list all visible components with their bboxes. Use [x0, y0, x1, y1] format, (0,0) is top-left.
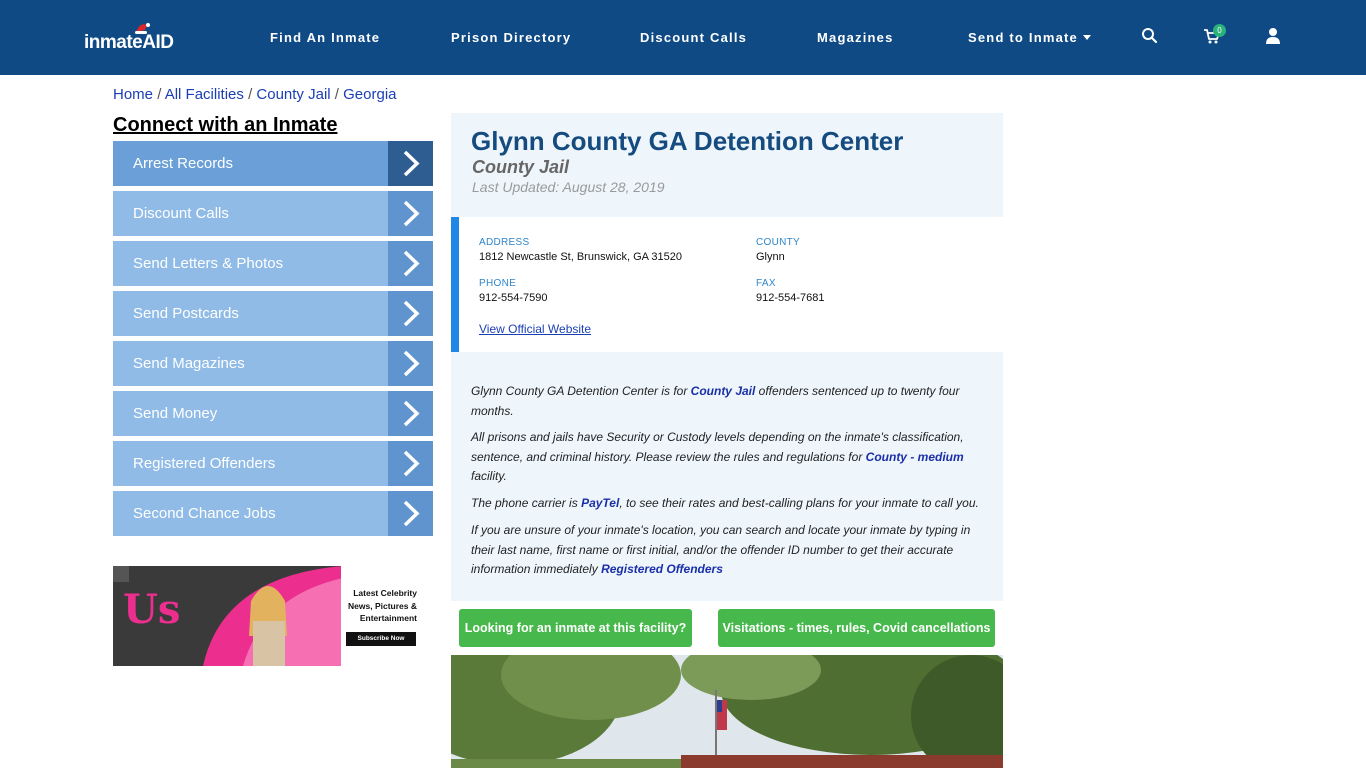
us-weekly-ad-banner[interactable]: Us Latest Celebrity News, Pictures & Ent…	[113, 566, 430, 666]
facility-type: County Jail	[472, 157, 570, 177]
chevron-right-icon	[388, 241, 433, 286]
sidebar-item-send-letters-photos[interactable]: Send Letters & Photos	[113, 241, 433, 286]
ad-tagline-line: Entertainment	[359, 613, 417, 623]
description-text: The phone carrier is	[471, 496, 582, 510]
county-value: Glynn	[756, 251, 785, 263]
description-paragraph: The phone carrier is PayTel, to see thei…	[471, 494, 991, 514]
sidebar-item-send-postcards[interactable]: Send Postcards	[113, 291, 433, 336]
address-value: 1812 Newcastle St, Brunswick, GA 31520	[479, 251, 682, 263]
facility-photo	[451, 655, 1003, 768]
sidebar-item-label: Send Magazines	[133, 355, 245, 372]
chevron-right-icon	[388, 141, 433, 186]
nav-magazines[interactable]: Magazines	[817, 30, 894, 45]
search-icon[interactable]	[1140, 26, 1160, 46]
sidebar-item-label: Send Postcards	[133, 305, 239, 322]
official-website-link[interactable]: View Official Website	[479, 322, 591, 336]
sidebar-title: Connect with an Inmate	[113, 114, 338, 136]
breadcrumb-all-facilities[interactable]: All Facilities	[165, 86, 244, 103]
sidebar-item-arrest-records[interactable]: Arrest Records	[113, 141, 433, 186]
user-icon[interactable]	[1263, 26, 1283, 46]
breadcrumb: Home / All Facilities / County Jail / Ge…	[113, 86, 397, 103]
ad-brand-logo: Us	[123, 586, 181, 633]
facility-last-updated: Last Updated: August 28, 2019	[472, 179, 665, 195]
ad-tagline-line: Latest Celebrity	[353, 588, 417, 598]
breadcrumb-county-jail[interactable]: County Jail	[256, 86, 330, 103]
inmateaid-logo[interactable]: inmateAID	[84, 22, 180, 56]
description-text: facility.	[471, 469, 507, 483]
address-label: ADDRESS	[479, 237, 530, 248]
sidebar-item-label: Send Letters & Photos	[133, 255, 284, 272]
phone-label: PHONE	[479, 278, 517, 289]
nav-find-an-inmate[interactable]: Find An Inmate	[270, 30, 380, 45]
ad-tagline: Latest Celebrity News, Pictures & Entert…	[345, 587, 417, 625]
breadcrumb-home[interactable]: Home	[113, 86, 153, 103]
looking-for-inmate-button[interactable]: Looking for an inmate at this facility?	[459, 609, 692, 647]
visitations-button[interactable]: Visitations - times, rules, Covid cancel…	[718, 609, 995, 647]
nav-discount-calls[interactable]: Discount Calls	[640, 30, 747, 45]
county-medium-link[interactable]: County - medium	[866, 450, 964, 464]
caret-down-icon	[1082, 35, 1091, 40]
ad-subscribe-button[interactable]: Subscribe Now	[346, 632, 416, 646]
sidebar-item-label: Discount Calls	[133, 205, 229, 222]
description-paragraph: All prisons and jails have Security or C…	[471, 428, 991, 487]
sidebar-item-label: Registered Offenders	[133, 455, 276, 472]
county-jail-link[interactable]: County Jail	[691, 384, 756, 398]
description-paragraph: Glynn County GA Detention Center is for …	[471, 382, 991, 421]
breadcrumb-georgia[interactable]: Georgia	[343, 86, 396, 103]
facility-title: Glynn County GA Detention Center	[471, 126, 904, 156]
chevron-right-icon	[388, 291, 433, 336]
nav-send-to-inmate[interactable]: Send to Inmate	[968, 30, 1091, 45]
chevron-right-icon	[388, 391, 433, 436]
sidebar-item-send-magazines[interactable]: Send Magazines	[113, 341, 433, 386]
fax-value: 912-554-7681	[756, 292, 825, 304]
cart-count-badge: 0	[1213, 24, 1226, 37]
nav-prison-directory[interactable]: Prison Directory	[451, 30, 571, 45]
breadcrumb-separator: /	[334, 86, 339, 103]
sidebar-item-second-chance-jobs[interactable]: Second Chance Jobs	[113, 491, 433, 536]
chevron-right-icon	[388, 491, 433, 536]
chevron-right-icon	[388, 341, 433, 386]
paytel-link[interactable]: PayTel	[581, 496, 619, 510]
chevron-right-icon	[388, 441, 433, 486]
top-navbar: inmateAID Find An Inmate Prison Director…	[0, 0, 1366, 75]
fax-label: FAX	[756, 278, 776, 289]
sidebar-item-label: Send Money	[133, 405, 218, 422]
sidebar-item-send-money[interactable]: Send Money	[113, 391, 433, 436]
sidebar-item-label: Arrest Records	[133, 155, 234, 172]
description-text: , to see their rates and best-calling pl…	[619, 496, 979, 510]
county-label: COUNTY	[756, 237, 801, 248]
description-paragraph: If you are unsure of your inmate's locat…	[471, 521, 991, 580]
phone-value: 912-554-7590	[479, 292, 548, 304]
breadcrumb-separator: /	[157, 86, 162, 103]
chevron-right-icon	[388, 191, 433, 236]
facility-photo-graphic	[451, 655, 1003, 768]
ad-tagline-line: News, Pictures &	[348, 600, 417, 611]
sidebar-item-label: Second Chance Jobs	[133, 505, 276, 522]
sidebar-item-discount-calls[interactable]: Discount Calls	[113, 191, 433, 236]
breadcrumb-separator: /	[248, 86, 253, 103]
sidebar-item-registered-offenders[interactable]: Registered Offenders	[113, 441, 433, 486]
logo-text: inmateAID	[84, 32, 174, 53]
description-text: Glynn County GA Detention Center is for	[471, 384, 691, 398]
registered-offenders-link[interactable]: Registered Offenders	[601, 562, 723, 576]
